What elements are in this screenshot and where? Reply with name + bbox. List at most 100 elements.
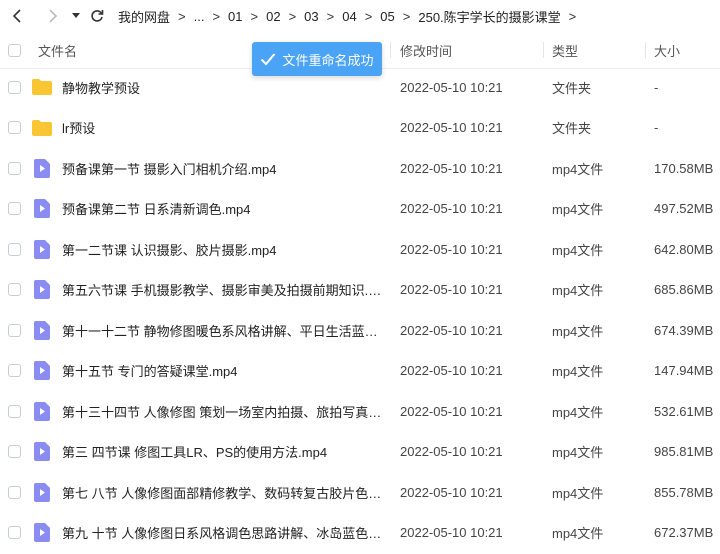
breadcrumb-item[interactable]: 02 [266,9,280,24]
back-button[interactable] [6,5,28,27]
breadcrumb-separator: > [212,8,221,24]
breadcrumb: 我的网盘 >... >01 >02 >03 >04 >05 >250.陈宇学长的摄影课堂 > [118,7,584,26]
file-name[interactable]: 预备课第一节 摄影入门相机介绍.mp4 [62,159,387,178]
file-type: mp4文件 [552,404,604,420]
file-name[interactable]: 第十三十四节 人像修图 策划一场室内拍摄、旅拍写真教... [62,402,387,421]
file-name[interactable]: 第十五节 专门的答疑课堂.mp4 [62,361,387,380]
toast-text: 文件重命名成功 [282,52,374,68]
video-file-icon [32,361,52,381]
column-divider[interactable] [390,42,391,58]
table-row[interactable]: 第五六节课 手机摄影教学、摄影审美及拍摄前期知识.mp4 2022-05-10 1… [0,270,720,311]
file-type: 文件夹 [552,80,592,96]
table-row[interactable]: 预备课第一节 摄影入门相机介绍.mp4 2022-05-10 10:21 mp4文件… [0,148,720,189]
header-time[interactable]: 修改时间 [400,41,452,60]
file-size: 685.86MB [654,282,714,298]
file-list: 静物教学预设 2022-05-10 10:21 文件夹 - lr预设 2022-05-10… [0,67,720,553]
history-dropdown-button[interactable] [68,5,84,27]
video-file-icon [32,239,52,259]
file-name[interactable]: 预备课第二节 日系清新调色.mp4 [62,199,387,218]
file-size: 497.52MB [654,201,714,217]
file-size: 674.39MB [654,322,714,338]
modified-time: 2022-05-10 10:21 [400,79,503,95]
breadcrumb-item[interactable]: 250.陈宇学长的摄影课堂 [418,7,560,26]
file-size: - [654,79,659,95]
file-name[interactable]: 第三 四节课 修图工具LR、PS的使用方法.mp4 [62,442,387,461]
breadcrumb-item[interactable]: 01 [228,9,242,24]
file-type: 文件夹 [552,121,592,137]
file-type: mp4文件 [552,323,604,339]
select-all-checkbox[interactable] [8,43,21,57]
file-size: 985.81MB [654,444,714,460]
row-checkbox[interactable] [8,445,21,459]
success-toast: 文件重命名成功 [252,42,382,76]
row-checkbox[interactable] [8,485,21,499]
video-file-icon [32,320,52,340]
table-row[interactable]: 第十一十二节 静物修图暖色系风格讲解、平日生活蓝色系... 2022-05-10 … [0,310,720,351]
table-row[interactable]: 第十三十四节 人像修图 策划一场室内拍摄、旅拍写真教... 2022-05-10 … [0,391,720,432]
row-checkbox[interactable] [8,80,21,94]
modified-time: 2022-05-10 10:21 [400,363,503,379]
table-row[interactable]: 第一二节课 认识摄影、胶片摄影.mp4 2022-05-10 10:21 mp4文件… [0,229,720,270]
row-checkbox[interactable] [8,121,21,135]
modified-time: 2022-05-10 10:21 [400,403,503,419]
table-row[interactable]: 第十五节 专门的答疑课堂.mp4 2022-05-10 10:21 mp4文件 147… [0,351,720,392]
file-type: mp4文件 [552,526,604,542]
file-type: mp4文件 [552,485,604,501]
forward-button[interactable] [42,5,64,27]
caret-down-icon [72,13,80,18]
file-name[interactable]: 第五六节课 手机摄影教学、摄影审美及拍摄前期知识.mp4 [62,280,387,299]
row-checkbox[interactable] [8,323,21,337]
file-size: 672.37MB [654,525,714,541]
modified-time: 2022-05-10 10:21 [400,322,503,338]
header-type[interactable]: 类型 [552,41,578,60]
video-file-icon [32,482,52,502]
file-size: 170.58MB [654,160,714,176]
file-name[interactable]: 第九 十节 人像修图日系风格调色思路讲解、冰岛蓝色系... [62,523,387,542]
breadcrumb-item[interactable]: 04 [342,9,356,24]
column-divider[interactable] [543,42,544,58]
row-checkbox[interactable] [8,202,21,216]
modified-time: 2022-05-10 10:21 [400,201,503,217]
breadcrumb-item[interactable]: ... [194,9,205,24]
breadcrumb-item[interactable]: 03 [304,9,318,24]
header-size[interactable]: 大小 [654,41,680,60]
row-checkbox[interactable] [8,161,21,175]
row-checkbox[interactable] [8,404,21,418]
row-checkbox[interactable] [8,283,21,297]
file-size: 532.61MB [654,403,714,419]
table-row[interactable]: 第三 四节课 修图工具LR、PS的使用方法.mp4 2022-05-10 10:2… [0,432,720,473]
table-row[interactable]: lr预设 2022-05-10 10:21 文件夹 - [0,108,720,149]
row-checkbox[interactable] [8,364,21,378]
file-name[interactable]: 第十一十二节 静物修图暖色系风格讲解、平日生活蓝色系... [62,321,387,340]
video-file-icon [32,158,52,178]
file-name[interactable]: lr预设 [62,118,387,137]
table-row[interactable]: 第七 八节 人像修图面部精修教学、数码转复古胶片色调... 2022-05-10 … [0,472,720,513]
modified-time: 2022-05-10 10:21 [400,241,503,257]
check-icon [261,53,276,66]
video-file-icon [32,523,52,543]
breadcrumb-item[interactable]: 我的网盘 [118,7,170,26]
file-name[interactable]: 静物教学预设 [62,78,387,97]
column-divider[interactable] [645,42,646,58]
file-type: mp4文件 [552,364,604,380]
video-file-icon [32,199,52,219]
file-size: - [654,120,659,136]
table-row[interactable]: 预备课第二节 日系清新调色.mp4 2022-05-10 10:21 mp4文件 49… [0,189,720,230]
breadcrumb-item[interactable]: 05 [380,9,394,24]
breadcrumb-separator: > [402,8,411,24]
file-type: mp4文件 [552,202,604,218]
video-file-icon [32,442,52,462]
row-checkbox[interactable] [8,242,21,256]
file-name[interactable]: 第一二节课 认识摄影、胶片摄影.mp4 [62,240,387,259]
refresh-button[interactable] [86,5,108,27]
modified-time: 2022-05-10 10:21 [400,484,503,500]
chevron-left-icon [12,9,21,23]
chevron-right-icon [49,9,58,23]
refresh-icon [91,10,104,22]
modified-time: 2022-05-10 10:21 [400,525,503,541]
row-checkbox[interactable] [8,526,21,540]
table-row[interactable]: 第九 十节 人像修图日系风格调色思路讲解、冰岛蓝色系... 2022-05-10 … [0,513,720,554]
header-name[interactable]: 文件名 [38,41,77,60]
file-type: mp4文件 [552,161,604,177]
file-name[interactable]: 第七 八节 人像修图面部精修教学、数码转复古胶片色调... [62,483,387,502]
